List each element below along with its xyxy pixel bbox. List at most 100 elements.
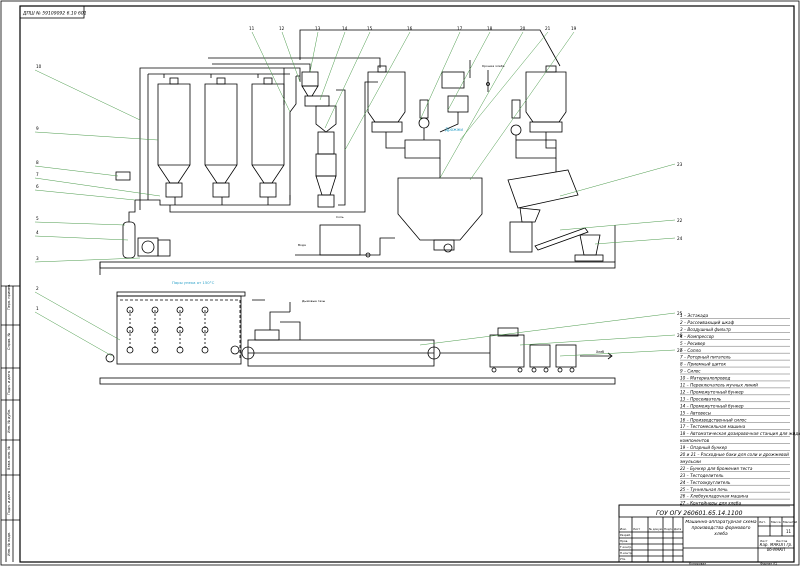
- legend-item-10: 10 – Материалопровод: [680, 376, 730, 381]
- callout-10: 10: [36, 64, 42, 69]
- side-label-3: Подп. и дата: [7, 371, 11, 395]
- side-label-2: Справ. №: [7, 333, 11, 350]
- proofing-cabinet: [116, 295, 242, 365]
- legend-item-2: 2 – Рассеивающий шкаф: [680, 320, 735, 325]
- legend-item-20-cont: эмульсии: [680, 459, 701, 464]
- legend-item-16: 16 – Производственный силос: [680, 417, 747, 422]
- bread-packer: [489, 334, 525, 368]
- title-block: ГОУ ОГУ 260601.65.14.1100 Машинно-аппара…: [618, 504, 797, 563]
- legend-item-15: 15 – Автовесы: [680, 410, 712, 415]
- drawing-title-box: Машинно-аппаратурная схема производства …: [685, 520, 757, 537]
- legend-item-6: 6 – Сопло: [680, 348, 701, 353]
- dosing-station: [385, 71, 557, 159]
- flour-silos: [157, 77, 285, 198]
- lit-header: Лит.: [759, 520, 766, 524]
- legend-item-21: 22 – Бункер для брожения теста: [680, 466, 753, 471]
- row-doc: № докум.: [649, 527, 663, 531]
- callout-12: 12: [279, 26, 285, 31]
- group-label: Кар. МАКОП гр. 06-МАКП: [759, 543, 793, 552]
- annotation-dyma: Дымовые газы: [302, 299, 326, 303]
- callout-5: 5: [36, 216, 39, 221]
- scale-header: Масштаб: [783, 520, 797, 524]
- callout-7: 7: [36, 172, 39, 177]
- callout-14: 14: [342, 26, 348, 31]
- legend-item-3: 3 – Воздушный фильтр: [680, 327, 731, 332]
- annotation-hleb: Хлеб: [596, 350, 604, 354]
- legend-item-20: 20 и 21 – Расходные баки для соли и дрож…: [680, 452, 789, 457]
- mass-header: Масса: [771, 520, 781, 524]
- divider-rounder: [509, 221, 604, 262]
- callout-8: 8: [36, 160, 39, 165]
- annotation-sol: Соль: [336, 215, 344, 219]
- side-label-6: Подп. и дата: [7, 491, 11, 515]
- production-silos: [367, 65, 567, 133]
- callouts: 10 9 8 7 6 5 4 3 2 1 11 12 13 14 15 16 1…: [36, 26, 683, 353]
- copied-label: Копировал: [689, 562, 706, 566]
- stamp-code: ДПШ № 59109092 6.10 601: [22, 11, 87, 17]
- row-tkontr: Т.контр.: [619, 545, 632, 549]
- callout-17: 17: [457, 26, 463, 31]
- lower-plant: [99, 291, 616, 385]
- row-podp: Подп.: [664, 527, 673, 531]
- legend-item-17: 17 – Тестомесильная машина: [680, 424, 746, 429]
- side-label-1: Перв. примен.: [7, 284, 11, 310]
- callout-9: 9: [36, 126, 39, 131]
- binding-strip: Перв. примен. Справ. № Подп. и дата Инв.…: [1, 284, 20, 562]
- legend-item-13: 13 – Просеиватель: [680, 396, 722, 401]
- annotation-kroshka: Крошка хлеба: [482, 64, 505, 68]
- callout-18: 18: [487, 26, 493, 31]
- legend-item-12: 12 – Промежуточный бункер: [680, 389, 744, 394]
- drawing-sheet: Перв. примен. Справ. № Подп. и дата Инв.…: [0, 0, 800, 566]
- drawing-title: Машинно-аппаратурная схема производства …: [685, 520, 757, 537]
- drawing-frame: [19, 5, 795, 563]
- callout-11: 11: [249, 26, 255, 31]
- format-label: Формат А1: [760, 562, 777, 566]
- row-razrab: Разраб.: [620, 533, 631, 537]
- floor-slab-upper: [99, 261, 616, 269]
- side-label-4: Инв. № дубл.: [7, 409, 11, 433]
- callout-3: 3: [36, 256, 39, 261]
- callout-2: 2: [36, 286, 39, 291]
- legend-item-8: 8 – Приемный щиток: [680, 362, 726, 367]
- salt-tank: [319, 224, 361, 256]
- row-prov: Пров.: [620, 539, 628, 543]
- legend-item-18-cont: компонентов: [680, 438, 710, 443]
- annotation-par: Пары упека от 150°С: [172, 280, 215, 285]
- doc-code: ГОУ ОГУ 260601.65.14.1100: [656, 510, 743, 517]
- legend-item-19: 19 – Опарный бункер: [680, 445, 727, 450]
- callout-21: 21: [545, 26, 551, 31]
- callout-20: 20: [520, 26, 526, 31]
- legend-item-22: 23 – Тестоделитель: [680, 473, 724, 478]
- callout-24: 24: [677, 236, 683, 241]
- callout-6: 6: [36, 184, 39, 189]
- callout-4: 4: [36, 230, 39, 235]
- side-label-5: Взам. инв. №: [7, 446, 11, 470]
- legend-item-23: 24 – Тестоокруглитель: [680, 480, 731, 485]
- legend-item-1: 1 – Эстакада: [680, 313, 709, 318]
- callout-23: 23: [677, 162, 683, 167]
- annotation-drozhzhi: Дрожжи: [445, 127, 463, 132]
- upper-plant: [99, 29, 616, 275]
- legend-item-9: 9 – Силос: [680, 369, 701, 374]
- legend-item-7: 7 – Роторный питатель: [680, 355, 731, 360]
- legend-item-24: 25 – Туннельная печь: [680, 487, 728, 492]
- annotation-voda: Вода: [298, 243, 306, 247]
- callout-16: 16: [407, 26, 413, 31]
- legend-item-14: 14 – Промежуточный бункер: [680, 403, 744, 408]
- row-izm: Изм.: [620, 527, 627, 531]
- receiving-shield: [115, 171, 131, 181]
- row-list: Лист: [633, 527, 640, 531]
- code-stamp: ДПШ № 59109092 6.10 601: [19, 5, 87, 19]
- callout-22: 22: [677, 218, 683, 223]
- callout-15: 15: [367, 26, 373, 31]
- legend-item-11: 11 – Переключатель мучных линий: [680, 383, 758, 388]
- side-label-7: Инв. № подл.: [7, 532, 11, 556]
- callout-19: 19: [571, 26, 577, 31]
- callout-13: 13: [315, 26, 321, 31]
- fermentation-bunker: [507, 158, 579, 223]
- bottom-pipeline: [135, 195, 291, 206]
- floor-slab-lower: [99, 377, 616, 385]
- sheet-count: 11: [786, 529, 792, 534]
- legend-item-4: 4 – Компрессор: [680, 334, 714, 339]
- legend-item-25: 26 – Хлебоукладочная машина: [680, 494, 749, 499]
